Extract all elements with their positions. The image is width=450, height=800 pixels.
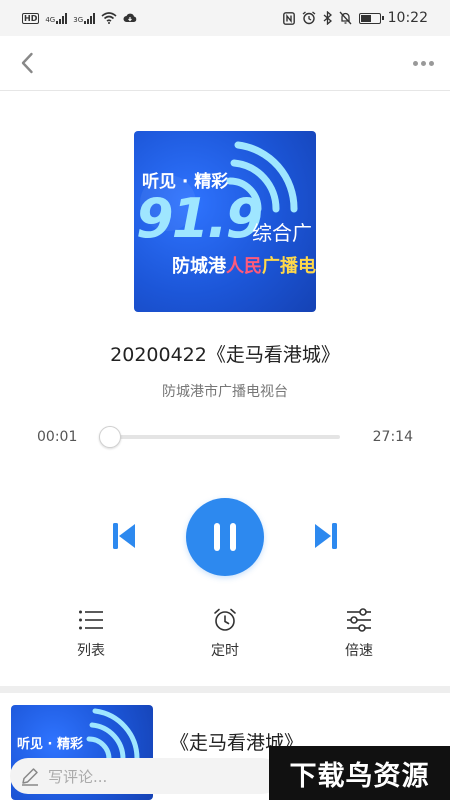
pencil-icon [22,768,38,786]
net-4g-label: 4G [45,15,56,24]
dot-icon [428,60,434,66]
status-bar: HD 4G 3G 10:22 [0,0,450,36]
dot-icon [420,60,426,66]
bluetooth-icon [323,11,332,25]
wifi-icon [101,12,117,24]
network-4g-icon: 4G [45,12,68,24]
status-left: HD 4G 3G [22,11,137,25]
section-divider [0,686,450,693]
pause-icon [230,523,236,551]
mute-bell-icon [339,11,352,25]
comment-input[interactable]: 写评论... [10,758,280,794]
album-cover: 听见 · 精彩 91.9 综合广 防城港人民广播电 [134,131,316,312]
skip-next-icon [315,523,337,549]
pause-icon [214,523,220,551]
signal-bars-icon [56,12,68,24]
alarm-icon [302,11,316,25]
previous-button[interactable] [108,519,140,553]
track-station: 防城港市广播电视台 [162,384,288,400]
pause-button[interactable] [186,498,264,576]
cover-station-part1: 防城港 [172,256,226,277]
cover-station-part2: 人民 [226,256,262,277]
total-time: 27:14 [372,429,413,445]
battery-icon [358,12,384,24]
speed-label: 倍速 [345,643,373,659]
network-3g-icon: 3G [73,12,96,24]
hd-badge: HD [22,12,40,24]
net-3g-label: 3G [73,15,84,24]
skip-previous-icon [113,523,135,549]
signal-bars-icon-2 [84,12,96,24]
playlist-label: 列表 [77,643,105,659]
status-time: 10:22 [387,10,428,26]
related-cover-slogan: 听见 · 精彩 [17,737,83,752]
cover-channel-type: 综合广 [252,221,312,245]
comment-placeholder: 写评论... [48,767,108,786]
current-time: 00:01 [37,429,78,445]
timer-button[interactable]: 定时 [185,606,265,660]
sliders-icon [345,606,373,634]
battery-level [360,14,371,22]
cover-station-part3: 广播电 [262,256,316,277]
status-right: 10:22 [282,9,428,27]
back-button[interactable] [12,48,42,78]
watermark-banner: 下载鸟资源 [269,746,450,800]
dot-icon [412,60,418,66]
list-icon [77,606,105,634]
cover-station: 防城港人民广播电 [172,252,316,278]
cover-frequency: 91.9 [136,187,263,250]
progress-thumb[interactable] [99,426,121,448]
track-title: 20200422《走马看港城》 [110,344,340,366]
alarm-clock-icon [211,606,239,634]
nfc-icon [282,11,295,25]
progress-bar[interactable] [108,435,340,439]
nav-bar [0,36,450,91]
timer-label: 定时 [211,643,239,659]
speed-button[interactable]: 倍速 [319,606,399,660]
more-options-button[interactable] [406,48,440,78]
playlist-button[interactable]: 列表 [51,606,131,660]
next-button[interactable] [310,519,342,553]
chevron-left-icon [21,52,33,74]
cloud-download-icon [123,13,137,22]
